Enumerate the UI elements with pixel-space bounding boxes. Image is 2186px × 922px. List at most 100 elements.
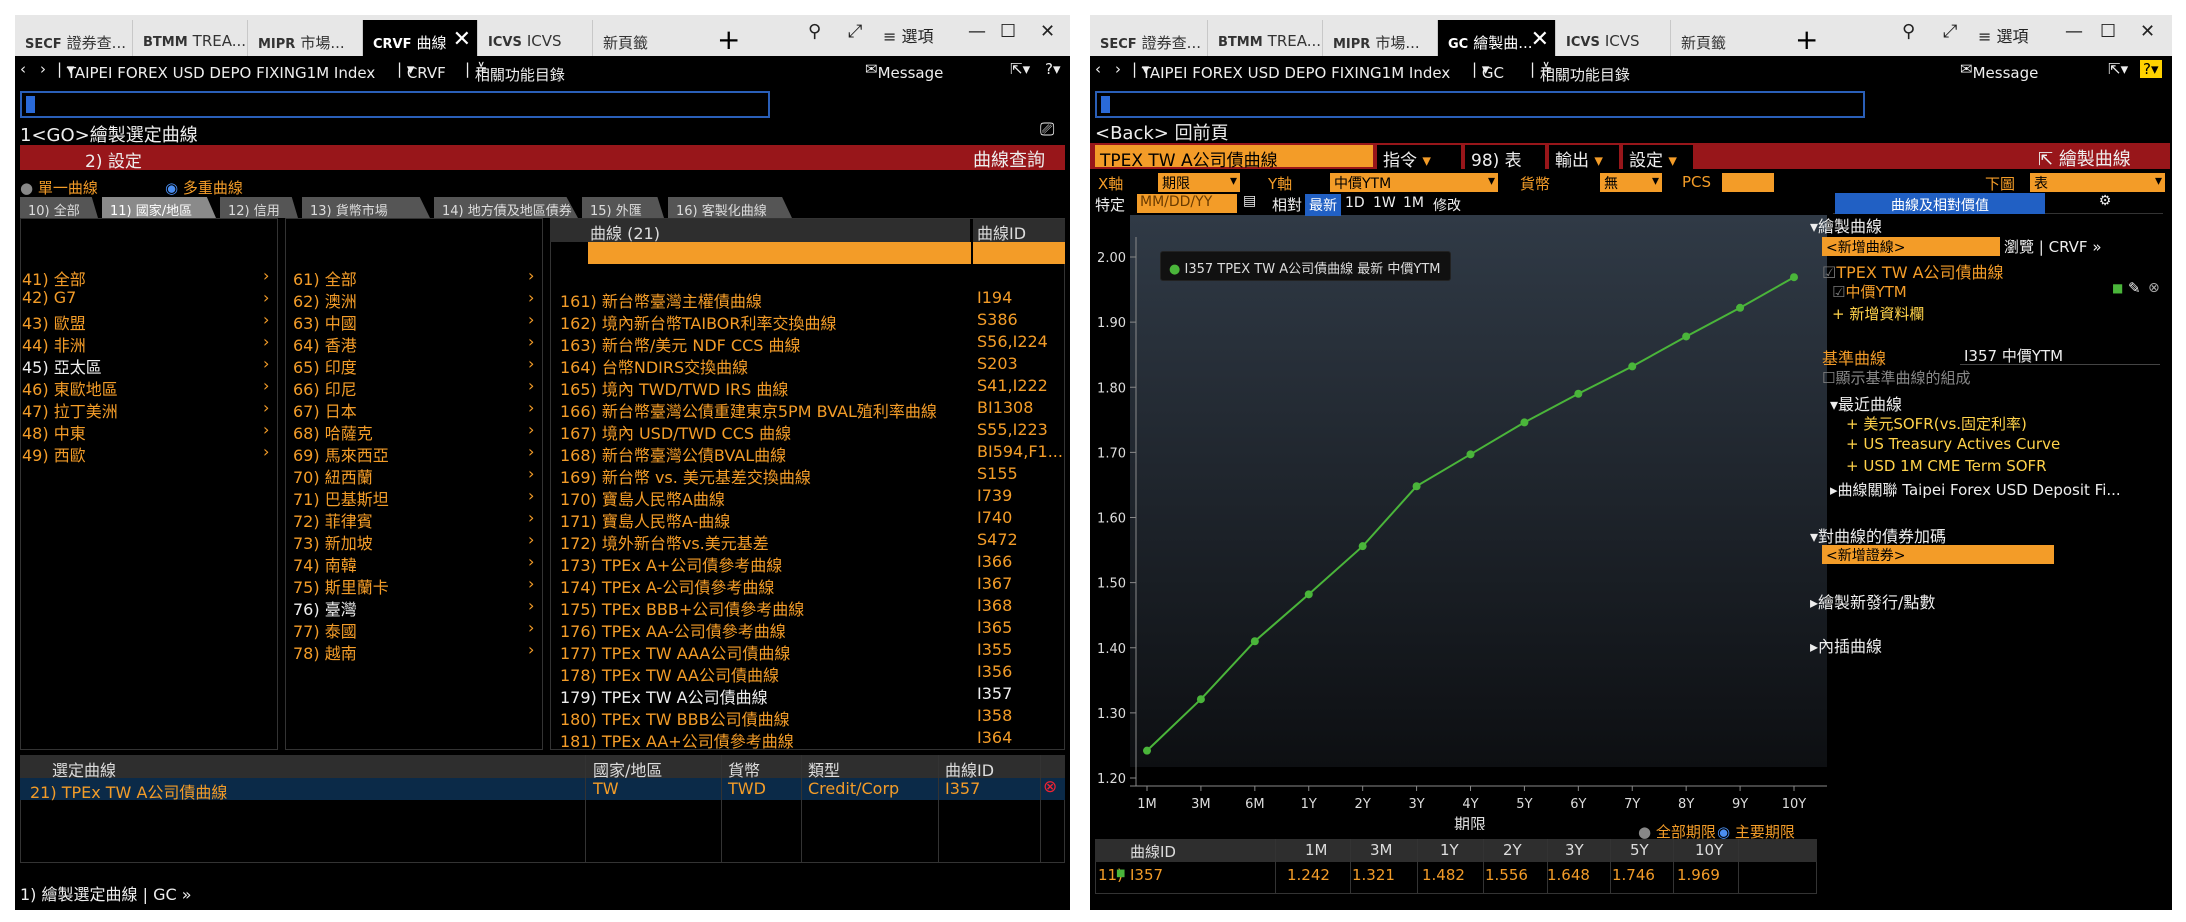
back-link[interactable]: <Back> 回前頁 <box>1095 119 1229 145</box>
options-menu[interactable]: ≡ 選項 <box>883 23 934 47</box>
curve-item[interactable]: 173) TPEx A+公司債參考曲線 <box>560 552 782 576</box>
table-row-id[interactable]: I357 <box>1130 866 1163 884</box>
lower-chart-select[interactable]: 表 ▾ <box>2030 173 2165 192</box>
country-item[interactable]: 78) 越南 <box>293 640 357 664</box>
new-issue-heading[interactable]: ▸繪製新發行/點數 <box>1810 589 1935 613</box>
tab-btmm[interactable]: BTMM TREA... <box>133 20 248 56</box>
country-item[interactable]: 72) 菲律賓 <box>293 508 373 532</box>
curve-item[interactable]: 168) 新台幣臺灣公債BVAL曲線 <box>560 442 786 466</box>
curve-item[interactable]: 161) 新台幣臺灣主權債曲線 <box>560 288 762 312</box>
country-item[interactable]: 77) 泰國 <box>293 618 357 642</box>
period-button[interactable]: 1M <box>1399 194 1428 212</box>
xaxis-select[interactable]: 期限 ▾ <box>1158 173 1240 192</box>
export-icon[interactable]: ⇱▾ <box>2108 60 2128 78</box>
country-item[interactable]: 66) 印尼 <box>293 376 357 400</box>
expand-icon[interactable]: ⤢ <box>848 21 862 42</box>
curve-item[interactable]: ☑TPEX TW A公司債曲線 <box>1822 259 2004 283</box>
curve-item[interactable]: 171) 寶島人民幣A-曲線 <box>560 508 730 532</box>
curve-sub-item[interactable]: ☑中價YTM <box>1832 281 1907 302</box>
country-item[interactable]: 74) 南韓 <box>293 552 357 576</box>
function-dropdown[interactable]: | GC ▾ <box>1472 60 1504 82</box>
close-tab-icon[interactable]: ✕ <box>453 27 471 52</box>
expand-icon[interactable]: ⤢ <box>1943 21 1957 42</box>
close-window-icon[interactable]: ✕ <box>2140 21 2155 42</box>
minimize-icon[interactable]: — <box>968 21 986 42</box>
curve-item[interactable]: 172) 境外新台幣vs.美元基差 <box>560 530 769 554</box>
command-line-input[interactable] <box>1095 91 1865 118</box>
tab-mipr[interactable]: MIPR 市場... <box>1323 20 1438 56</box>
edit-icon[interactable]: ✎ <box>2128 279 2141 297</box>
recent-curve-item[interactable]: + USD 1M CME Term SOFR <box>1846 457 2047 475</box>
region-item[interactable]: 44) 非洲 <box>22 332 86 356</box>
gear-icon[interactable]: ⚙ <box>2050 193 2160 214</box>
curve-item[interactable]: 170) 寶島人民幣A曲線 <box>560 486 725 510</box>
close-tab-icon[interactable]: ✕ <box>1531 27 1549 52</box>
country-item[interactable]: 69) 馬來西亞 <box>293 442 389 466</box>
curve-item[interactable]: 167) 境內 USD/TWD CCS 曲線 <box>560 420 791 444</box>
country-item[interactable]: 75) 斯里蘭卡 <box>293 574 389 598</box>
plot-curve-button[interactable]: ⇱ 繪製曲線 <box>2038 145 2131 171</box>
category-tab[interactable]: 11) 國家/地區 <box>102 197 216 218</box>
add-tab-icon[interactable]: + <box>1795 23 1818 56</box>
curve-query-button[interactable]: 曲線查詢 <box>973 146 1045 172</box>
category-tab[interactable]: 10) 全部 <box>20 197 98 218</box>
forward-arrow-icon[interactable]: › <box>1115 60 1121 78</box>
search-icon[interactable]: ⚲ <box>1902 21 1915 42</box>
benchmark-field[interactable]: I357 中價YTM <box>1960 345 2160 365</box>
country-item[interactable]: 73) 新加坡 <box>293 530 373 554</box>
remove-curve-icon[interactable]: ⊗ <box>1043 777 1057 797</box>
message-button[interactable]: ✉ Message <box>1960 60 2038 82</box>
date-input[interactable]: MM/DD/YY <box>1137 194 1237 213</box>
region-item[interactable]: 43) 歐盟 <box>22 310 86 334</box>
period-button[interactable]: 1D <box>1341 194 1369 212</box>
add-tab-icon[interactable]: + <box>717 23 740 56</box>
curve-item[interactable]: 177) TPEx TW AAA公司債曲線 <box>560 640 790 664</box>
curve-item[interactable]: 166) 新台幣臺灣公債重建東京5PM BVAL殖利率曲線 <box>560 398 937 422</box>
tab-gc[interactable]: GC 繪製曲... ✕ <box>1438 20 1556 56</box>
curve-item[interactable]: 179) TPEx TW A公司債曲線 <box>560 684 768 708</box>
country-item[interactable]: 65) 印度 <box>293 354 357 378</box>
region-item[interactable]: 45) 亞太區 <box>22 354 102 378</box>
related-menu[interactable]: | 相關功能目錄 ≚ <box>465 60 565 84</box>
minimize-icon[interactable]: — <box>2065 21 2083 42</box>
country-item[interactable]: 71) 巴基斯坦 <box>293 486 389 510</box>
remove-series-icon[interactable]: ⊗ <box>2148 280 2160 296</box>
curve-item[interactable]: 181) TPEx AA+公司債參考曲線 <box>560 728 794 752</box>
curve-item[interactable]: 165) 境內 TWD/TWD IRS 曲線 <box>560 376 788 400</box>
calendar-icon[interactable]: ▤ <box>1243 193 1256 209</box>
new-bond-input[interactable]: <新增證券> <box>1822 545 2054 564</box>
mode-single-radio[interactable]: ● 單一曲線 <box>20 177 98 198</box>
settings-button[interactable]: 2) 設定 <box>85 147 142 172</box>
tab-curve-relative-value[interactable]: 曲線及相對價值 <box>1835 193 2045 214</box>
series-color-swatch[interactable]: ■ <box>2112 281 2123 295</box>
tab-btmm[interactable]: BTMM TREA... <box>1208 20 1323 56</box>
region-item[interactable]: 48) 中東 <box>22 420 86 444</box>
country-item[interactable]: 76) 臺灣 <box>293 596 357 620</box>
region-item[interactable]: 47) 拉丁美洲 <box>22 398 118 422</box>
options-menu[interactable]: ≡ 選項 <box>1978 23 2029 47</box>
currency-select[interactable]: 無 ▾ <box>1600 173 1662 192</box>
browse-crvf-link[interactable]: 瀏覽 | CRVF » <box>2004 236 2102 257</box>
export-menu[interactable]: 輸出 ▾ <box>1549 145 1619 172</box>
settings-menu[interactable]: 設定 ▾ <box>1623 145 1693 172</box>
screenshot-icon[interactable]: ⎚ <box>1040 119 1054 140</box>
tab-crvf[interactable]: CRVF 曲線 ✕ <box>363 20 478 56</box>
tab-icvs[interactable]: ICVS ICVS <box>1556 20 1671 56</box>
region-item[interactable]: 42) G7 <box>22 288 76 307</box>
category-tab[interactable]: 16) 客製化曲線 <box>668 197 792 218</box>
back-arrow-icon[interactable]: ‹ <box>1095 60 1101 78</box>
curve-item[interactable]: 164) 台幣NDIRS交換曲線 <box>560 354 748 378</box>
chart-name-field[interactable]: TPEX TW A公司債曲線 <box>1095 145 1373 171</box>
curve-item[interactable]: 163) 新台幣/美元 NDF CCS 曲線 <box>560 332 801 356</box>
tab-secf[interactable]: SECF 證券查... <box>15 20 133 56</box>
command-line-input[interactable] <box>20 91 770 118</box>
tab-new[interactable]: 新頁籤 <box>1671 20 1786 56</box>
country-item[interactable]: 64) 香港 <box>293 332 357 356</box>
search-icon[interactable]: ⚲ <box>808 21 821 42</box>
command-menu[interactable]: 指令 ▾ <box>1377 145 1461 172</box>
plot-selected-gc-link[interactable]: 1) 繪製選定曲線 | GC » <box>20 881 192 905</box>
close-window-icon[interactable]: ✕ <box>1040 21 1055 42</box>
curve-item[interactable]: 174) TPEx A-公司債參考曲線 <box>560 574 774 598</box>
curve-item[interactable]: 162) 境內新台幣TAIBOR利率交換曲線 <box>560 310 836 334</box>
category-tab[interactable]: 12) 信用 <box>220 197 298 218</box>
